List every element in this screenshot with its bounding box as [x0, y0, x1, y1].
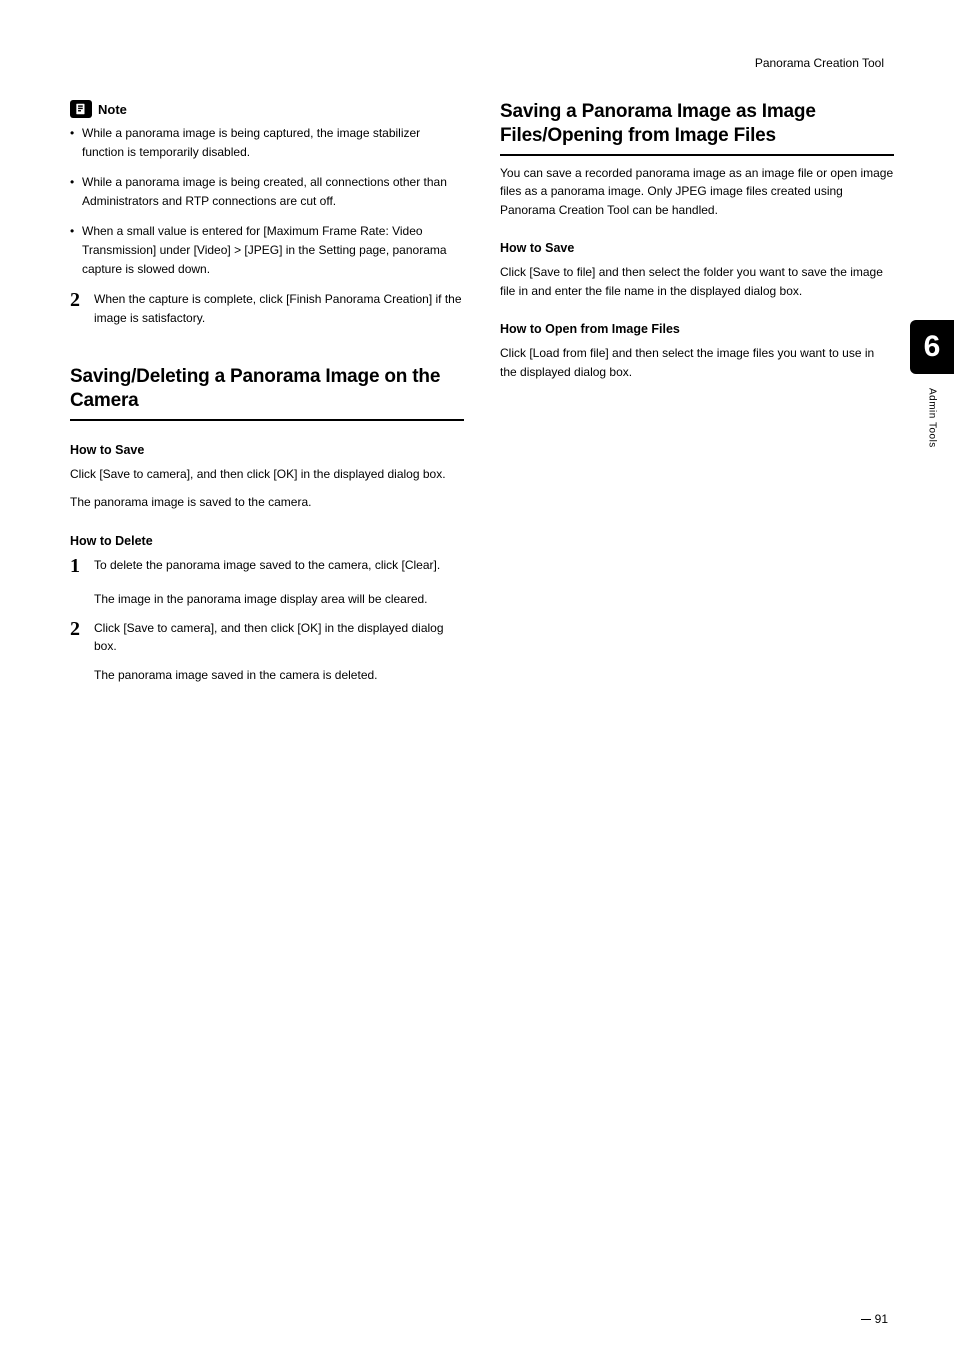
step-number: 2: [70, 290, 84, 327]
note-bullets: While a panorama image is being captured…: [70, 124, 464, 278]
note-icon: [70, 100, 92, 118]
delete-after-2: The panorama image saved in the camera i…: [94, 666, 464, 685]
step-text: To delete the panorama image saved to th…: [94, 556, 440, 576]
delete-after-1: The image in the panorama image display …: [94, 590, 464, 609]
delete-step-1: 1 To delete the panorama image saved to …: [70, 556, 464, 576]
note-bullet: While a panorama image is being created,…: [70, 173, 464, 210]
chapter-side-tab: 6 Admin Tools: [910, 320, 954, 448]
delete-step-2: 2 Click [Save to camera], and then click…: [70, 619, 464, 656]
step-2-capture-complete: 2 When the capture is complete, click [F…: [70, 290, 464, 327]
subhead-how-to-delete: How to Delete: [70, 534, 464, 548]
open-file-para: Click [Load from file] and then select t…: [500, 344, 894, 381]
save-file-para: Click [Save to file] and then select the…: [500, 263, 894, 300]
chapter-label: Admin Tools: [927, 388, 938, 448]
note-bullet: When a small value is entered for [Maxim…: [70, 222, 464, 278]
step-text: When the capture is complete, click [Fin…: [94, 290, 464, 327]
right-intro: You can save a recorded panorama image a…: [500, 164, 894, 220]
right-column: Saving a Panorama Image as Image Files/O…: [500, 100, 894, 694]
save-para-1: Click [Save to camera], and then click […: [70, 465, 464, 484]
section-saving-deleting: Saving/Deleting a Panorama Image on the …: [70, 365, 464, 421]
note-bullet: While a panorama image is being captured…: [70, 124, 464, 161]
step-number: 2: [70, 619, 84, 656]
subhead-how-to-save: How to Save: [70, 443, 464, 457]
left-column: Note While a panorama image is being cap…: [70, 100, 464, 694]
page-number: 91: [875, 1312, 888, 1326]
step-number: 1: [70, 556, 84, 576]
section-saving-opening-files: Saving a Panorama Image as Image Files/O…: [500, 100, 894, 156]
subhead-how-to-open: How to Open from Image Files: [500, 322, 894, 336]
subhead-how-to-save-file: How to Save: [500, 241, 894, 255]
save-para-2: The panorama image is saved to the camer…: [70, 493, 464, 512]
step-text: Click [Save to camera], and then click […: [94, 619, 464, 656]
note-label: Note: [98, 102, 127, 117]
chapter-number: 6: [910, 320, 954, 374]
header-tool-name: Panorama Creation Tool: [70, 56, 894, 70]
